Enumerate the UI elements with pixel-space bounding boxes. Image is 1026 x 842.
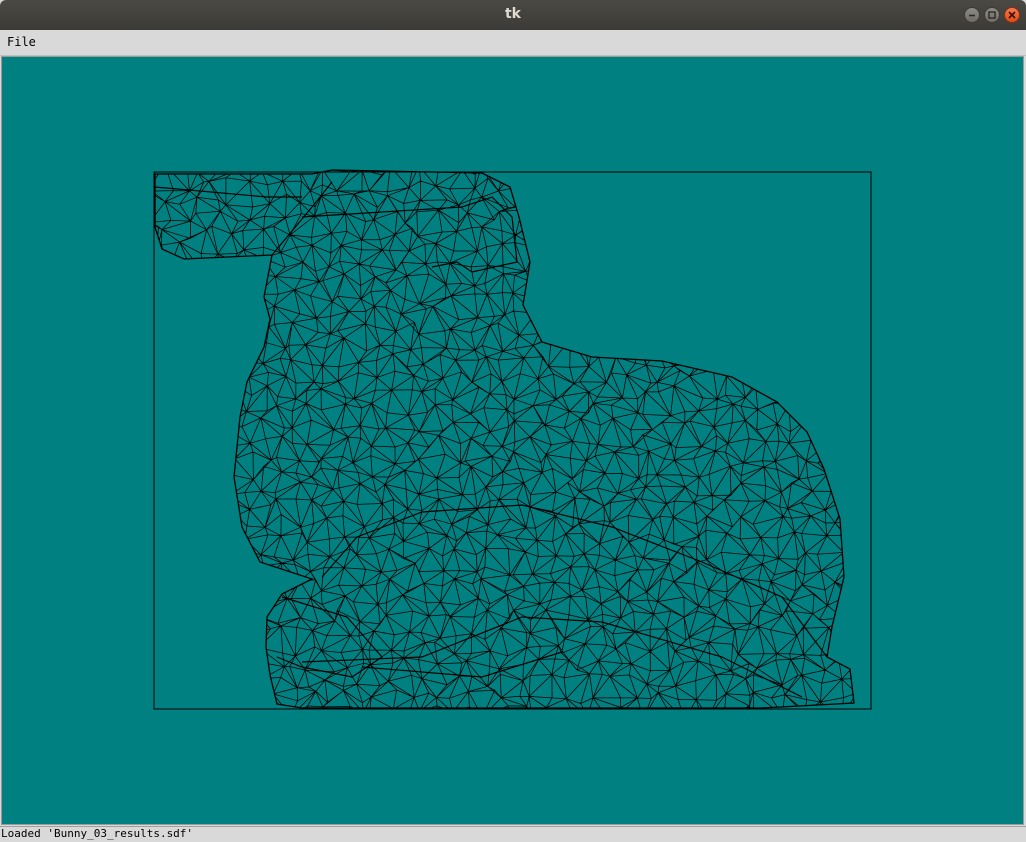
close-icon [1008, 11, 1016, 19]
leg-outline [276, 504, 828, 698]
menu-file[interactable]: File [4, 33, 39, 51]
minimize-button[interactable] [964, 7, 980, 23]
statusbar: Loaded 'Bunny_03_results.sdf' [0, 826, 1026, 842]
wireframe-viewport [153, 169, 872, 710]
window-title: tk [504, 6, 521, 22]
mesh-edges [155, 170, 854, 708]
status-text: Loaded 'Bunny_03_results.sdf' [1, 827, 194, 840]
minimize-icon [969, 14, 975, 17]
drawing-canvas[interactable] [1, 56, 1024, 825]
menubar: File [0, 30, 1026, 56]
wireframe-mesh [155, 170, 854, 708]
close-button[interactable] [1004, 7, 1020, 23]
bounding-box [153, 171, 872, 710]
maximize-icon [988, 11, 996, 19]
maximize-button[interactable] [984, 7, 1000, 23]
window-titlebar[interactable]: tk [0, 0, 1026, 30]
